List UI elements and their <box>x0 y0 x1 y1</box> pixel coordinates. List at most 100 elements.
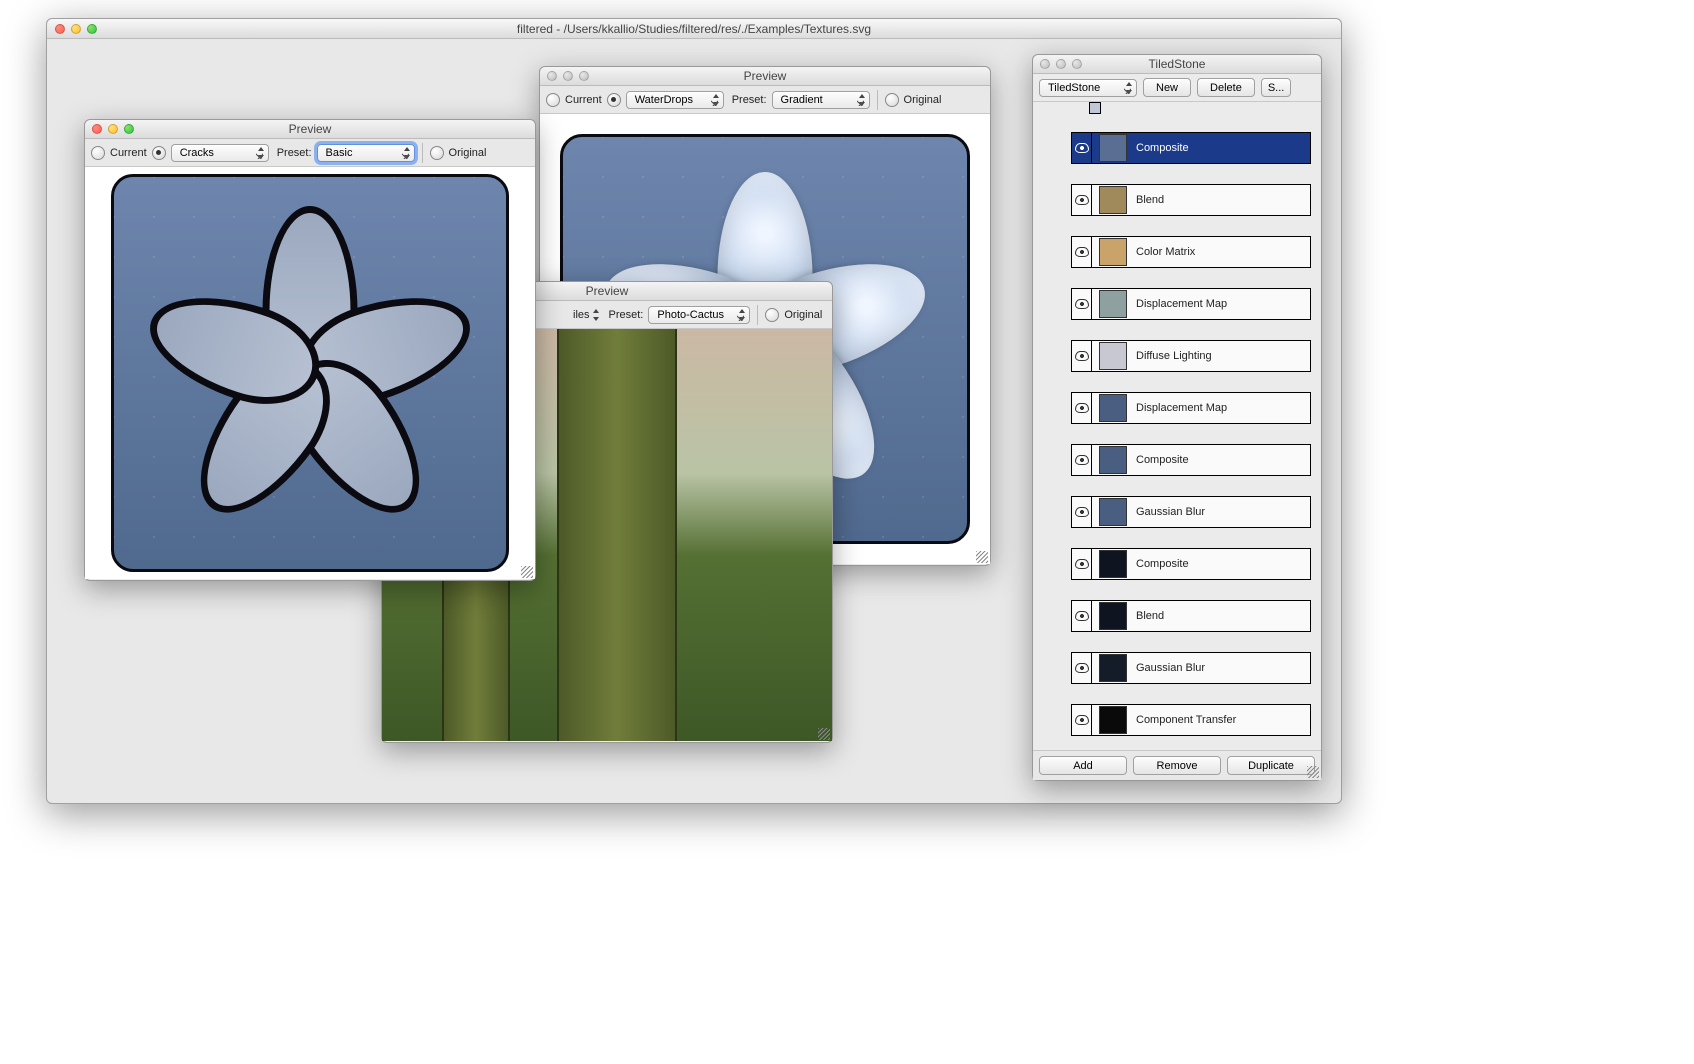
preset-value: Photo-Cactus <box>657 309 724 321</box>
node-label: Component Transfer <box>1134 714 1236 726</box>
filter-node[interactable]: Displacement Map <box>1071 392 1311 424</box>
preview-titlebar[interactable]: Preview <box>540 67 990 86</box>
dropdown-arrows-icon <box>403 147 411 159</box>
window-title: filtered - /Users/kkallio/Studies/filter… <box>47 22 1341 36</box>
node-label: Composite <box>1134 454 1189 466</box>
filter-node[interactable]: Displacement Map <box>1071 288 1311 320</box>
visibility-eye-icon[interactable] <box>1072 133 1092 163</box>
traffic-lights <box>1040 59 1082 69</box>
zoom-icon[interactable] <box>124 124 134 134</box>
filter-node[interactable]: Color Matrix <box>1071 236 1311 268</box>
filter-node[interactable]: Blend <box>1071 184 1311 216</box>
traffic-lights <box>92 124 134 134</box>
node-thumbnail <box>1099 550 1127 578</box>
delete-button[interactable]: Delete <box>1197 78 1255 97</box>
node-thumbnail <box>1099 706 1127 734</box>
preset-dropdown[interactable]: Photo-Cactus <box>648 306 750 324</box>
current-radio[interactable] <box>91 146 105 160</box>
dropdown-arrows-icon <box>1125 82 1133 94</box>
node-thumbnail <box>1099 394 1127 422</box>
dropdown-arrows-icon <box>712 94 720 106</box>
minimize-icon[interactable] <box>1056 59 1066 69</box>
s-button[interactable]: S... <box>1261 78 1292 97</box>
main-titlebar[interactable]: filtered - /Users/kkallio/Studies/filter… <box>47 19 1341 39</box>
close-icon[interactable] <box>1040 59 1050 69</box>
original-radio[interactable] <box>885 93 899 107</box>
node-thumbnail <box>1099 342 1127 370</box>
filter-radio[interactable] <box>152 146 166 160</box>
add-button[interactable]: Add <box>1039 756 1127 775</box>
preview-titlebar[interactable]: Preview <box>85 120 535 139</box>
filter-dropdown[interactable]: Cracks <box>171 144 269 162</box>
inspector-titlebar[interactable]: TiledStone <box>1033 55 1321 74</box>
visibility-eye-icon[interactable] <box>1072 549 1092 579</box>
filter-name-dropdown[interactable]: TiledStone <box>1039 79 1137 97</box>
duplicate-button[interactable]: Duplicate <box>1227 756 1315 775</box>
close-icon[interactable] <box>92 124 102 134</box>
filter-node[interactable]: Diffuse Lighting <box>1071 340 1311 372</box>
visibility-eye-icon[interactable] <box>1072 497 1092 527</box>
preset-dropdown[interactable]: Basic <box>317 144 415 162</box>
filter-name-value: TiledStone <box>1048 82 1100 94</box>
new-button[interactable]: New <box>1143 78 1191 97</box>
visibility-eye-icon[interactable] <box>1072 341 1092 371</box>
resize-handle-icon[interactable] <box>1307 766 1319 778</box>
original-radio[interactable] <box>430 146 444 160</box>
resize-handle-icon[interactable] <box>976 551 988 563</box>
visibility-eye-icon[interactable] <box>1072 237 1092 267</box>
flower-artwork <box>111 174 509 572</box>
filter-radio[interactable] <box>607 93 621 107</box>
zoom-icon[interactable] <box>87 24 97 34</box>
visibility-eye-icon[interactable] <box>1072 393 1092 423</box>
node-label: Blend <box>1134 610 1164 622</box>
zoom-icon[interactable] <box>1072 59 1082 69</box>
filter-node[interactable]: Composite <box>1071 548 1311 580</box>
preset-label: Preset: <box>732 94 767 106</box>
filter-node[interactable]: Component Transfer <box>1071 704 1311 736</box>
preview-window-cracks: Preview Current Cracks Preset: Basic Ori… <box>84 119 536 581</box>
dropdown-arrows-icon <box>257 147 265 159</box>
visibility-eye-icon[interactable] <box>1072 705 1092 735</box>
visibility-eye-icon[interactable] <box>1072 445 1092 475</box>
separator <box>757 305 758 325</box>
original-radio[interactable] <box>765 308 779 322</box>
root-node-icon[interactable] <box>1089 102 1101 114</box>
resize-handle-icon[interactable] <box>818 728 830 740</box>
zoom-icon[interactable] <box>579 71 589 81</box>
node-label: Displacement Map <box>1134 298 1227 310</box>
preset-dropdown[interactable]: Gradient <box>772 91 870 109</box>
resize-handle-icon[interactable] <box>521 566 533 578</box>
original-label: Original <box>449 147 487 159</box>
visibility-eye-icon[interactable] <box>1072 185 1092 215</box>
current-label: Current <box>565 94 602 106</box>
node-thumbnail <box>1099 602 1127 630</box>
close-icon[interactable] <box>547 71 557 81</box>
current-label: Current <box>110 147 147 159</box>
filter-node[interactable]: Blend <box>1071 600 1311 632</box>
remove-button[interactable]: Remove <box>1133 756 1221 775</box>
filter-node[interactable]: Gaussian Blur <box>1071 652 1311 684</box>
node-thumbnail <box>1099 446 1127 474</box>
preset-label: Preset: <box>609 309 644 321</box>
close-icon[interactable] <box>55 24 65 34</box>
preset-label: Preset: <box>277 147 312 159</box>
minimize-icon[interactable] <box>71 24 81 34</box>
filter-value: Cracks <box>180 147 214 159</box>
filter-node[interactable]: Gaussian Blur <box>1071 496 1311 528</box>
visibility-eye-icon[interactable] <box>1072 601 1092 631</box>
minimize-icon[interactable] <box>108 124 118 134</box>
filter-value: WaterDrops <box>635 94 693 106</box>
filter-node[interactable]: Composite <box>1071 132 1311 164</box>
inspector-panel: TiledStone TiledStone New Delete S... Co… <box>1032 54 1322 781</box>
traffic-lights <box>55 24 97 34</box>
preset-value: Gradient <box>781 94 823 106</box>
visibility-eye-icon[interactable] <box>1072 289 1092 319</box>
node-label: Blend <box>1134 194 1164 206</box>
minimize-icon[interactable] <box>563 71 573 81</box>
current-radio[interactable] <box>546 93 560 107</box>
node-label: Gaussian Blur <box>1134 506 1205 518</box>
filter-dropdown[interactable]: WaterDrops <box>626 91 724 109</box>
visibility-eye-icon[interactable] <box>1072 653 1092 683</box>
traffic-lights <box>547 71 589 81</box>
filter-node[interactable]: Composite <box>1071 444 1311 476</box>
